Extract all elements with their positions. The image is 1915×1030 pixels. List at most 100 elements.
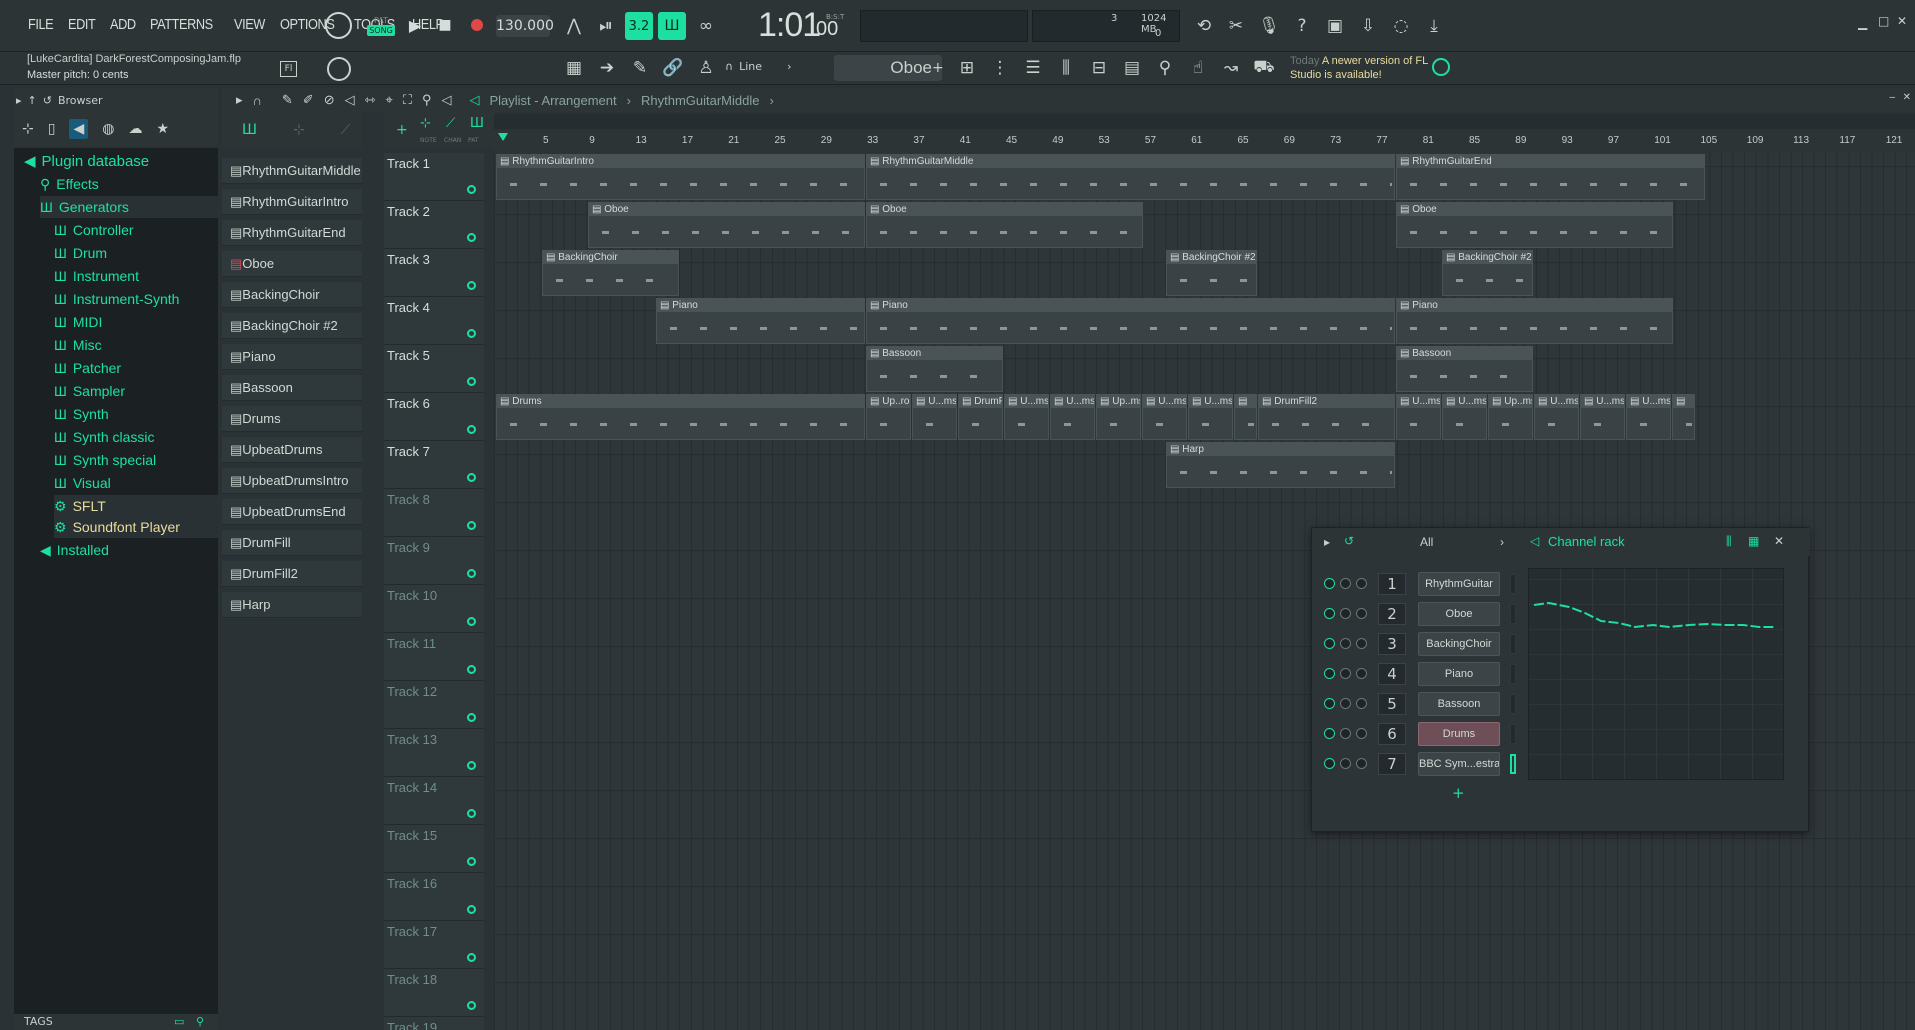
note-mode-icon[interactable]: ⊹ — [420, 116, 431, 131]
playlist-clip[interactable]: ▤ U...ms — [1626, 394, 1671, 440]
step-sequencer-icon[interactable]: ▦ — [1748, 534, 1759, 548]
news-panel[interactable]: Today A newer version of FL Studio is av… — [1290, 54, 1438, 82]
browser-item-patcher[interactable]: Ш Patcher — [54, 357, 121, 379]
track-enable-toggle[interactable] — [467, 761, 476, 770]
browser-item-visual[interactable]: Ш Visual — [54, 472, 111, 494]
channel-mute-led[interactable] — [1324, 608, 1335, 619]
channel-mixer-track[interactable]: 1 — [1378, 573, 1406, 595]
microphone-icon[interactable]: 🎙 — [1255, 12, 1283, 40]
fl-icon[interactable]: Fl — [280, 61, 297, 77]
browser-item-synth-classic[interactable]: Ш Synth classic — [54, 426, 155, 448]
browser-item-sflt[interactable]: ⚙ SFLT — [54, 495, 218, 517]
playlist-icon[interactable]: ⊞ — [953, 54, 981, 82]
browser-item-instrument[interactable]: Ш Instrument — [54, 265, 139, 287]
browser-item-controller[interactable]: Ш Controller — [54, 219, 134, 241]
playlist-clip[interactable]: ▤ Up..ms — [1488, 394, 1533, 440]
track-header[interactable]: Track 7 — [384, 441, 484, 489]
add-channel-icon[interactable]: + — [932, 60, 944, 76]
channel-select-indicator[interactable] — [1510, 604, 1516, 624]
track-header[interactable]: Track 14 — [384, 777, 484, 825]
paint-icon[interactable]: ✎ — [626, 54, 654, 82]
playlist-clip[interactable]: ▤ Up..ms — [1096, 394, 1141, 440]
playlist-clip[interactable]: ▤ Oboe — [866, 202, 1143, 248]
delete-tool-icon[interactable]: ⊘ — [324, 92, 335, 108]
pattern-item[interactable]: ▤ Harp — [222, 592, 362, 618]
browser-project-icon[interactable]: ▯ — [48, 121, 56, 137]
headphones-icon[interactable]: ∩ — [253, 93, 262, 108]
wait-for-input-icon[interactable]: ⏯ — [592, 12, 620, 40]
channel-volume-knob[interactable] — [1356, 638, 1367, 649]
cut-icon[interactable]: ✂ — [1222, 12, 1250, 40]
browser-favorites-icon[interactable]: ★ — [156, 121, 169, 137]
browser-item-soundfont-player[interactable]: ⚙ Soundfont Player — [54, 516, 218, 538]
playlist-clip[interactable]: ▤ Drums — [496, 394, 865, 440]
slice-tool-icon[interactable]: ⌖ — [386, 92, 393, 108]
touch-icon[interactable]: ☝ — [1184, 54, 1212, 82]
channel-volume-knob[interactable] — [1356, 758, 1367, 769]
track-header[interactable]: Track 6 — [384, 393, 484, 441]
channel-volume-knob[interactable] — [1356, 728, 1367, 739]
news-globe-icon[interactable] — [1432, 58, 1450, 76]
browser-item-synth[interactable]: Ш Synth — [54, 403, 109, 425]
playlist-clip[interactable]: ▤ Up..ro — [866, 394, 911, 440]
pat-song-toggle[interactable]: PAT SONG — [366, 11, 396, 41]
patterns-view-icon[interactable]: ⊟ — [1085, 54, 1113, 82]
browser-arrow-icon[interactable]: ▸ — [16, 94, 22, 107]
arrow-right-icon[interactable]: ➔ — [593, 54, 621, 82]
piano-roll-view-icon[interactable]: ⋮ — [986, 54, 1014, 82]
menu-add[interactable]: ADD — [110, 16, 136, 33]
folder-search-icon[interactable]: ▭ — [174, 1014, 184, 1030]
playlist-clip[interactable]: ▤ Harp — [1166, 442, 1395, 488]
browser-item-sampler[interactable]: Ш Sampler — [54, 380, 125, 402]
channel-select-indicator[interactable] — [1510, 574, 1516, 594]
channel-volume-knob[interactable] — [1356, 578, 1367, 589]
pattern-item[interactable]: ▤ Oboe — [222, 251, 362, 277]
pattern-item[interactable]: ▤ BackingChoir — [222, 282, 362, 308]
track-header[interactable]: Track 16 — [384, 873, 484, 921]
master-pitch-knob[interactable] — [327, 57, 351, 81]
graph-editor-icon[interactable]: ⫼ — [1726, 534, 1732, 549]
minimize-button[interactable]: ▁ — [1858, 16, 1867, 30]
save-icon[interactable]: ▣ — [1321, 12, 1349, 40]
pattern-slice-icon[interactable]: ⟋ — [341, 122, 351, 138]
track-enable-toggle[interactable] — [467, 185, 476, 194]
metronome-icon[interactable]: ⋀ — [560, 12, 588, 40]
search-icon[interactable]: ⚲ — [196, 1014, 204, 1030]
browser-item-generators[interactable]: Ш Generators — [40, 196, 218, 218]
playlist-clip[interactable]: ▤ DrumFill2 — [1258, 394, 1395, 440]
channel-mute-led[interactable] — [1324, 638, 1335, 649]
track-enable-toggle[interactable] — [467, 857, 476, 866]
countdown-icon[interactable]: 3.2 — [625, 12, 653, 40]
channel-name-button[interactable]: Piano — [1418, 662, 1500, 686]
playlist-clip[interactable]: ▤ Bassoon — [1396, 346, 1533, 392]
track-enable-toggle[interactable] — [467, 329, 476, 338]
track-enable-toggle[interactable] — [467, 377, 476, 386]
record-button[interactable] — [464, 12, 490, 38]
channel-mixer-track[interactable]: 5 — [1378, 693, 1406, 715]
channel-mute-led[interactable] — [1324, 758, 1335, 769]
browser-cloud-icon[interactable]: ☁ — [128, 121, 142, 137]
channel-mixer-track[interactable]: 7 — [1378, 753, 1406, 775]
playlist-clip[interactable]: ▤ — [1234, 394, 1257, 440]
channel-mixer-track[interactable]: 4 — [1378, 663, 1406, 685]
playlist-clip[interactable]: ▤ Oboe — [1396, 202, 1673, 248]
paint-tool-icon[interactable]: ✐ — [303, 92, 314, 108]
browser-view-icon[interactable]: ▤ — [1118, 54, 1146, 82]
track-enable-toggle[interactable] — [467, 713, 476, 722]
track-header[interactable]: Track 15 — [384, 825, 484, 873]
pattern-item[interactable]: ▤ DrumFill — [222, 530, 362, 556]
channel-pan-knob[interactable] — [1340, 608, 1351, 619]
snap-selector[interactable]: ∩ Line › — [725, 60, 791, 73]
playlist-clip[interactable]: ▤ Oboe — [588, 202, 865, 248]
help-icon[interactable]: ? — [1288, 12, 1316, 40]
stop-button[interactable]: ■ — [432, 12, 458, 38]
track-enable-toggle[interactable] — [467, 425, 476, 434]
mute-tool-icon[interactable]: ◁ — [345, 92, 355, 108]
track-header[interactable]: Track 18 — [384, 969, 484, 1017]
link-icon[interactable]: 🔗 — [659, 54, 687, 82]
channel-pan-knob[interactable] — [1340, 578, 1351, 589]
song-position-time[interactable]: 1:01 — [758, 6, 821, 45]
playlist-clip[interactable]: ▤ U...ms — [1396, 394, 1441, 440]
gesture-icon[interactable]: ↝ — [1217, 54, 1245, 82]
track-header[interactable]: Track 11 — [384, 633, 484, 681]
